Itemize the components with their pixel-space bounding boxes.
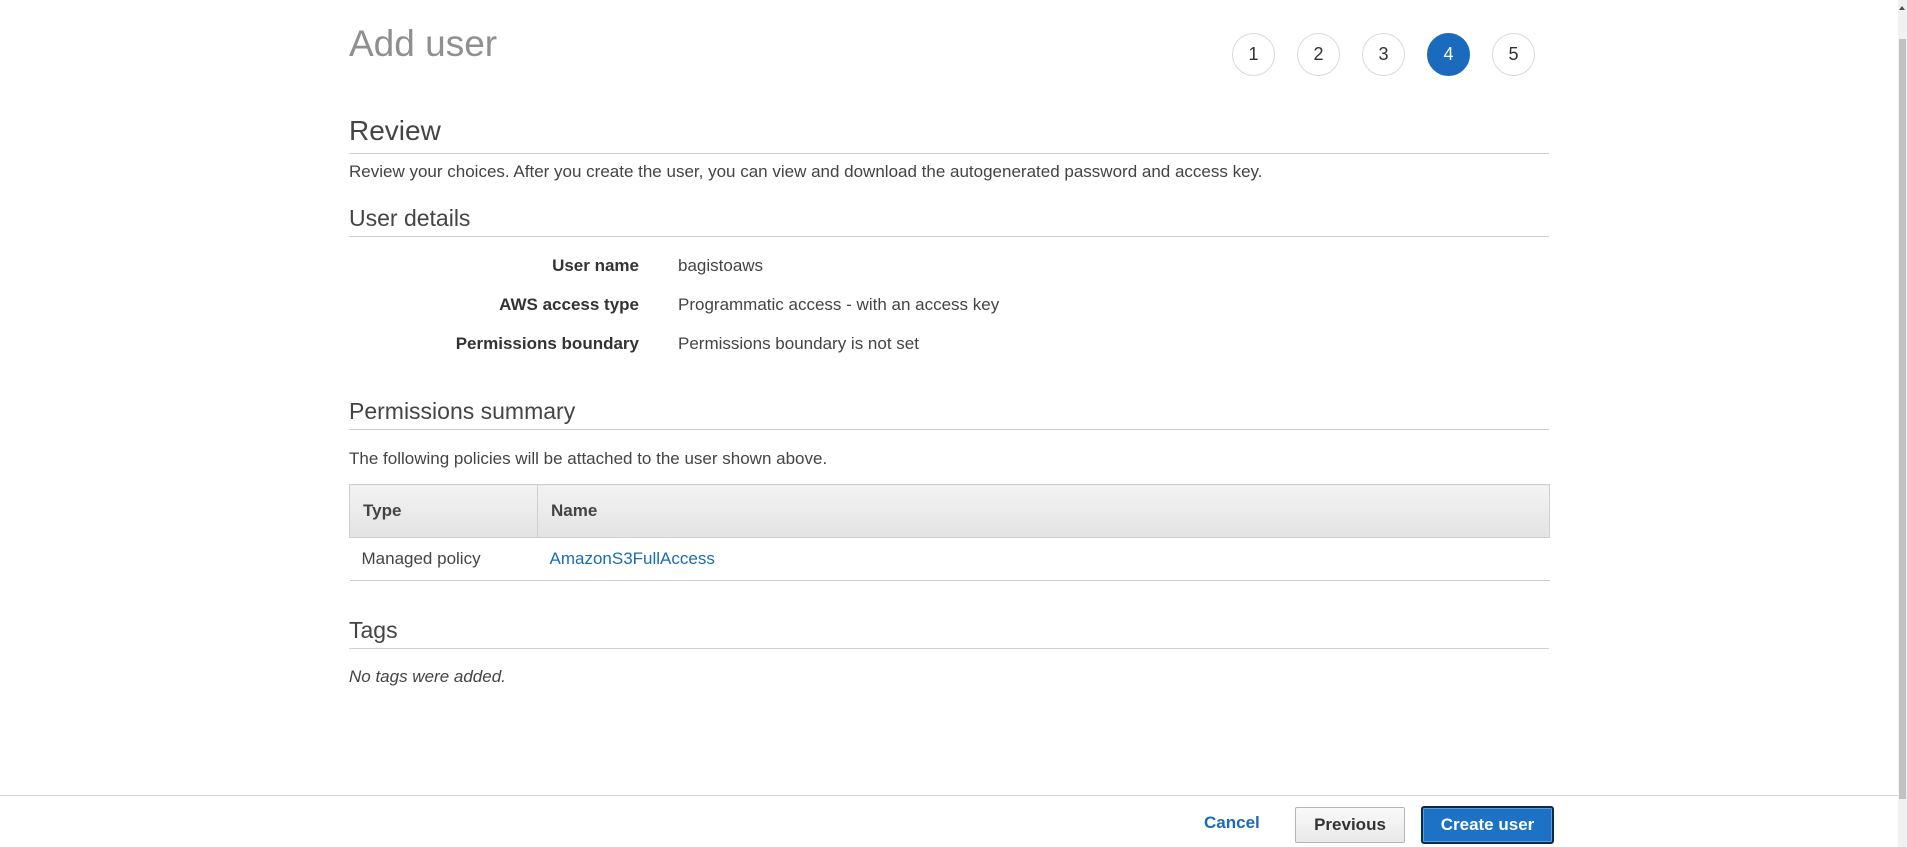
step-2-button[interactable]: 2 <box>1297 33 1340 76</box>
scrollbar-thumb[interactable] <box>1899 39 1906 799</box>
detail-row-access-type: AWS access type Programmatic access - wi… <box>349 293 1549 317</box>
detail-label: User name <box>552 256 639 275</box>
step-5-button[interactable]: 5 <box>1492 33 1535 76</box>
detail-value: Programmatic access - with an access key <box>678 295 1000 314</box>
detail-label: AWS access type <box>499 295 639 314</box>
tags-heading: Tags <box>349 615 1549 649</box>
policy-name-cell: AmazonS3FullAccess <box>537 537 1550 581</box>
policies-table: Type Name Managed policy AmazonS3FullAcc… <box>349 484 1550 581</box>
permissions-summary-description: The following policies will be attached … <box>349 449 828 468</box>
column-header-type: Type <box>349 484 538 538</box>
page-title: Add user <box>349 23 498 64</box>
scroll-up-arrow-icon[interactable] <box>1898 0 1907 16</box>
review-heading: Review <box>349 113 1549 154</box>
review-description: Review your choices. After you create th… <box>349 162 1263 181</box>
create-user-button[interactable]: Create user <box>1421 806 1554 844</box>
table-header-row: Type Name <box>349 484 1550 538</box>
wizard-steps: 1 2 3 4 5 <box>1232 33 1557 76</box>
step-4-button-active[interactable]: 4 <box>1427 33 1470 76</box>
detail-row-user-name: User name bagistoaws <box>349 254 1549 278</box>
policy-name-link[interactable]: AmazonS3FullAccess <box>550 549 715 568</box>
detail-value: bagistoaws <box>678 256 764 275</box>
detail-label: Permissions boundary <box>455 334 639 353</box>
add-user-page: Add user 1 2 3 4 5 Review Review your ch… <box>0 0 1907 847</box>
step-1-button[interactable]: 1 <box>1232 33 1275 76</box>
tags-description: No tags were added. <box>349 667 506 686</box>
vertical-scrollbar[interactable] <box>1898 0 1907 847</box>
column-header-name: Name <box>537 484 1550 538</box>
permissions-summary-heading: Permissions summary <box>349 396 1549 430</box>
user-details-heading: User details <box>349 203 1549 237</box>
policy-type-cell: Managed policy <box>349 537 538 581</box>
table-row: Managed policy AmazonS3FullAccess <box>349 537 1550 581</box>
detail-row-permissions-boundary: Permissions boundary Permissions boundar… <box>349 332 1549 356</box>
detail-value: Permissions boundary is not set <box>678 334 919 353</box>
previous-button[interactable]: Previous <box>1295 807 1405 843</box>
wizard-footer: Cancel Previous Create user <box>0 795 1898 847</box>
cancel-button[interactable]: Cancel <box>1204 812 1260 834</box>
step-3-button[interactable]: 3 <box>1362 33 1405 76</box>
